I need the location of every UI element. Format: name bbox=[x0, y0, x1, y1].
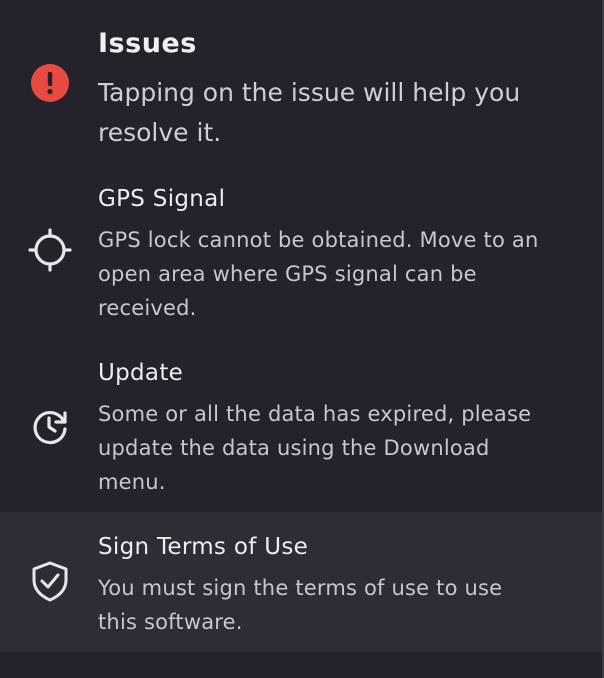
issue-item-sign-terms[interactable]: Sign Terms of Use You must sign the term… bbox=[0, 512, 602, 652]
issue-description: GPS lock cannot be obtained. Move to an … bbox=[98, 228, 539, 320]
clock-refresh-icon bbox=[28, 404, 72, 448]
shield-check-icon bbox=[28, 559, 72, 603]
issue-item-update[interactable]: Update Some or all the data has expired,… bbox=[0, 344, 602, 512]
page-subtitle: Tapping on the issue will help you resol… bbox=[98, 78, 521, 147]
issue-title: GPS Signal bbox=[98, 186, 226, 212]
issues-header: Issues Tapping on the issue will help yo… bbox=[0, 0, 602, 160]
alert-icon bbox=[30, 63, 70, 103]
page-title: Issues bbox=[98, 28, 197, 59]
issue-title: Update bbox=[98, 360, 184, 386]
crosshair-icon bbox=[28, 228, 72, 272]
issue-description: You must sign the terms of use to use th… bbox=[98, 576, 503, 634]
issue-title: Sign Terms of Use bbox=[98, 534, 309, 560]
issue-item-gps-signal[interactable]: GPS Signal GPS lock cannot be obtained. … bbox=[0, 170, 602, 340]
issue-description: Some or all the data has expired, please… bbox=[98, 402, 532, 494]
